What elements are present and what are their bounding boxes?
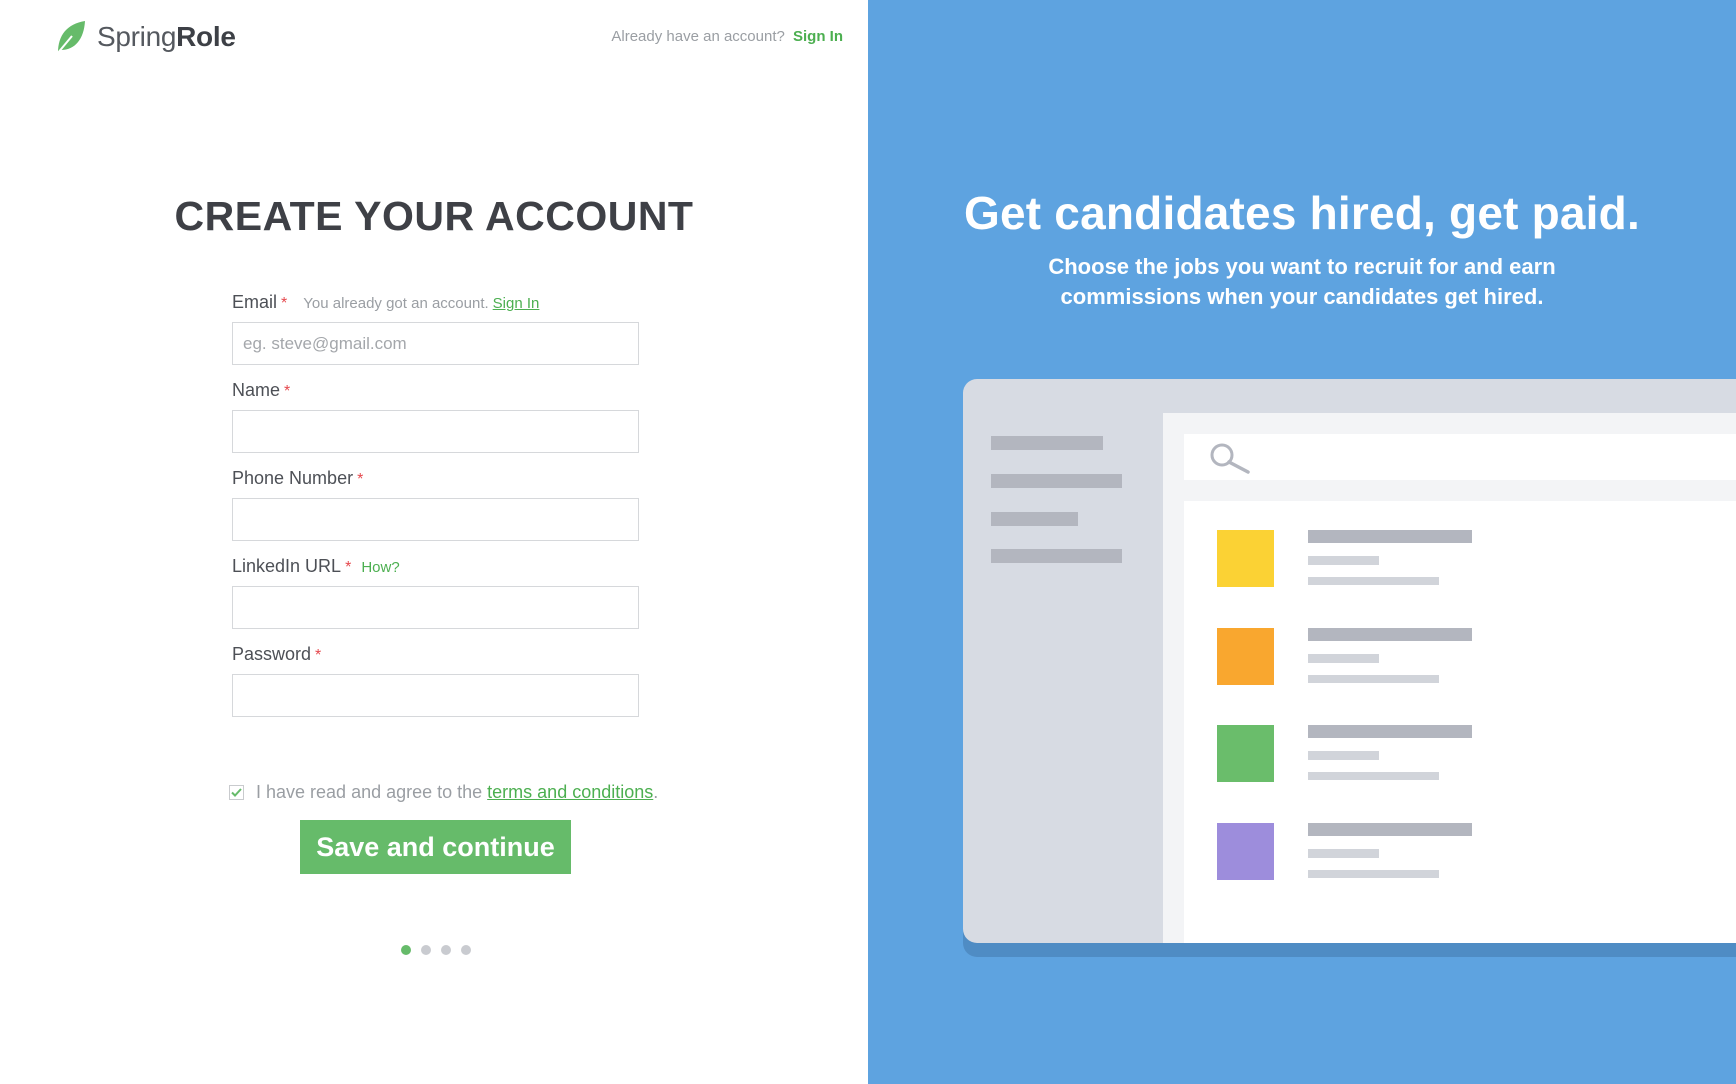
pager-dot[interactable] bbox=[421, 945, 431, 955]
illustration-sidebar-line bbox=[991, 436, 1103, 450]
promo-subtitle: Choose the jobs you want to recruit for … bbox=[868, 252, 1736, 312]
linkedin-how-link[interactable]: How? bbox=[361, 559, 399, 576]
save-and-continue-button[interactable]: Save and continue bbox=[300, 820, 571, 874]
promo-subtitle-line-2: commissions when your candidates get hir… bbox=[1060, 284, 1544, 309]
required-mark: * bbox=[281, 295, 288, 312]
brand-name-bold: Role bbox=[176, 21, 236, 52]
pager-dot[interactable] bbox=[401, 945, 411, 955]
illustration-sidebar-line bbox=[991, 549, 1122, 563]
illustration-item-thumbnail bbox=[1217, 627, 1274, 685]
illustration-item-line bbox=[1308, 674, 1439, 683]
header-signin-link[interactable]: Sign In bbox=[793, 28, 843, 45]
pager-dot[interactable] bbox=[441, 945, 451, 955]
illustration-item-thumbnail bbox=[1217, 725, 1274, 782]
password-field-group: Password * bbox=[232, 644, 639, 717]
illustration-window bbox=[963, 379, 1736, 943]
illustration-item-line bbox=[1308, 822, 1472, 836]
brand-name: SpringRole bbox=[97, 21, 236, 53]
terms-checkbox[interactable] bbox=[229, 785, 244, 800]
required-mark: * bbox=[345, 559, 352, 576]
illustration-item-line bbox=[1308, 530, 1472, 543]
linkedin-input[interactable] bbox=[232, 586, 639, 629]
checkmark-icon bbox=[231, 788, 242, 797]
illustration-item-thumbnail bbox=[1217, 822, 1274, 880]
email-hint-signin-link[interactable]: Sign In bbox=[493, 295, 540, 312]
phone-label: Phone Number bbox=[232, 468, 354, 488]
promo-subtitle-line-1: Choose the jobs you want to recruit for … bbox=[1048, 254, 1556, 279]
email-label: Email bbox=[232, 292, 278, 312]
brand-logo[interactable]: SpringRole bbox=[55, 19, 236, 55]
required-mark: * bbox=[284, 383, 291, 400]
illustration-item-line bbox=[1308, 869, 1439, 878]
illustration-item-line bbox=[1308, 725, 1472, 738]
email-input[interactable] bbox=[232, 322, 639, 365]
email-field-group: Email * You already got an account. Sign … bbox=[232, 292, 639, 365]
illustration-item-line bbox=[1308, 653, 1379, 663]
promo-panel: Get candidates hired, get paid. Choose t… bbox=[868, 0, 1736, 1084]
illustration-sidebar-line bbox=[991, 474, 1122, 488]
leaf-icon bbox=[56, 21, 85, 55]
required-mark: * bbox=[315, 647, 322, 664]
app-illustration bbox=[963, 379, 1736, 957]
terms-link[interactable]: terms and conditions bbox=[487, 782, 653, 803]
illustration-item-thumbnail bbox=[1217, 530, 1274, 587]
linkedin-field-group: LinkedIn URL * How? bbox=[232, 556, 639, 629]
terms-text: I have read and agree to the bbox=[256, 782, 483, 802]
password-input[interactable] bbox=[232, 674, 639, 717]
phone-field-group: Phone Number * bbox=[232, 468, 639, 541]
illustration-item-line bbox=[1308, 577, 1439, 585]
header-signin-prompt: Already have an account? bbox=[611, 28, 785, 45]
signup-panel: SpringRole Already have an account? Sign… bbox=[0, 0, 868, 1084]
illustration-sidebar-line bbox=[991, 512, 1078, 526]
illustration-list bbox=[1184, 501, 1736, 943]
name-field-group: Name * bbox=[232, 380, 639, 453]
brand-name-light: Spring bbox=[97, 21, 177, 52]
illustration-item-line bbox=[1308, 772, 1439, 780]
name-label: Name bbox=[232, 380, 281, 400]
required-mark: * bbox=[357, 471, 364, 488]
pager-dot[interactable] bbox=[461, 945, 471, 955]
linkedin-label: LinkedIn URL bbox=[232, 556, 342, 576]
illustration-item-line bbox=[1308, 627, 1472, 641]
password-label: Password bbox=[232, 644, 312, 664]
page-title: CREATE YOUR ACCOUNT bbox=[174, 193, 694, 239]
promo-title: Get candidates hired, get paid. bbox=[964, 187, 1640, 239]
illustration-item-line bbox=[1308, 556, 1379, 565]
illustration-item-line bbox=[1308, 848, 1379, 858]
search-icon bbox=[1210, 443, 1250, 474]
illustration-content bbox=[1163, 413, 1736, 943]
email-hint: You already got an account. Sign In bbox=[303, 295, 539, 312]
signup-form: Email * You already got an account. Sign … bbox=[232, 292, 639, 732]
name-input[interactable] bbox=[232, 410, 639, 453]
illustration-searchbar bbox=[1184, 434, 1736, 480]
terms-agreement: I have read and agree to the terms and c… bbox=[229, 782, 658, 803]
email-hint-text: You already got an account. bbox=[303, 295, 489, 312]
phone-input[interactable] bbox=[232, 498, 639, 541]
terms-end: . bbox=[653, 782, 659, 802]
illustration-item-line bbox=[1308, 751, 1379, 760]
signup-page: SpringRole Already have an account? Sign… bbox=[0, 0, 1736, 1084]
header-signin: Already have an account? Sign In bbox=[611, 28, 843, 45]
step-pager bbox=[401, 945, 481, 955]
